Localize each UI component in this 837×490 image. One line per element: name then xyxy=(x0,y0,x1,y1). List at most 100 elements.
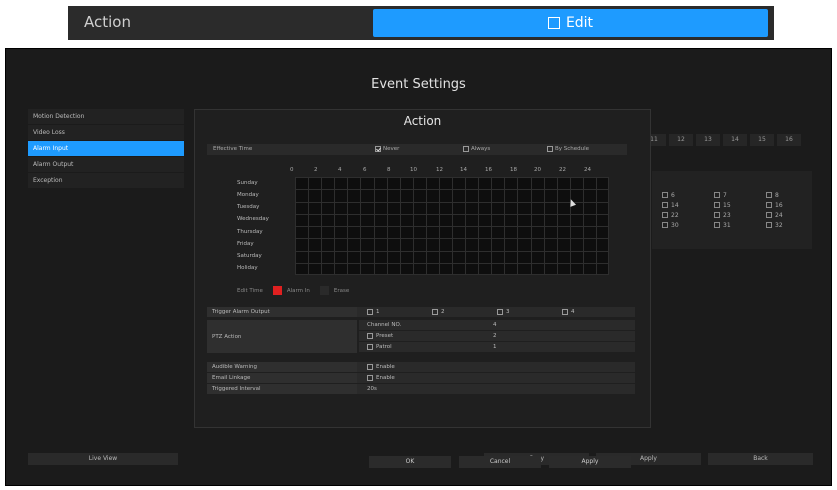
channel-checkbox[interactable]: 24 xyxy=(766,211,818,219)
channel-tab[interactable]: 14 xyxy=(723,134,747,146)
channel-checkbox[interactable]: 14 xyxy=(662,201,714,209)
channel-label: Channel NO. xyxy=(367,322,402,328)
preset-value: 2 xyxy=(493,333,497,339)
checkbox-icon xyxy=(367,374,373,381)
menu-item-alarm-input[interactable]: Alarm Input xyxy=(28,141,184,156)
channel-checkbox[interactable]: 15 xyxy=(714,201,766,209)
channel-checkbox[interactable]: 6 xyxy=(662,191,714,199)
checkbox-icon xyxy=(662,222,668,228)
ok-button[interactable]: OK xyxy=(369,456,451,468)
grid-line xyxy=(295,214,609,215)
channel-tab[interactable]: 15 xyxy=(750,134,774,146)
checkbox-icon xyxy=(714,222,720,228)
effective-time-label: Effective Time xyxy=(213,146,253,152)
checkbox-icon xyxy=(662,202,668,208)
output-checkbox-1[interactable]: 1 xyxy=(367,307,380,317)
day-label: Sunday xyxy=(237,180,258,186)
email-linkage-row: Email Linkage Enable xyxy=(207,373,635,383)
erase-swatch[interactable] xyxy=(319,286,329,295)
channel-checkbox[interactable]: 23 xyxy=(714,211,766,219)
edit-button[interactable]: Edit xyxy=(373,9,768,37)
checkbox-icon xyxy=(714,192,720,198)
triggered-interval-select[interactable]: 20s xyxy=(367,384,377,394)
preset-row[interactable]: Preset 2 xyxy=(359,331,635,341)
edit-time-label: Edit Time xyxy=(237,287,263,294)
day-label: Holiday xyxy=(237,265,258,271)
preset-option[interactable]: Preset xyxy=(367,331,393,341)
hour-label: 12 xyxy=(436,167,443,173)
schedule-time-grid[interactable] xyxy=(295,177,609,275)
hour-label: 18 xyxy=(510,167,517,173)
checkbox-icon xyxy=(662,192,668,198)
top-bar: Action Edit xyxy=(68,6,774,40)
grid-line xyxy=(295,189,609,190)
audible-warning-enable[interactable]: Enable xyxy=(367,362,395,372)
always-option[interactable]: Always xyxy=(463,146,490,152)
hour-label: 20 xyxy=(534,167,541,173)
channel-checkbox[interactable]: 32 xyxy=(766,221,818,229)
menu-item-motion-detection[interactable]: Motion Detection xyxy=(28,109,184,124)
by-schedule-option[interactable]: By Schedule xyxy=(547,146,589,152)
channel-tab[interactable]: 16 xyxy=(777,134,801,146)
checkbox-icon xyxy=(367,332,373,339)
output-checkbox-4[interactable]: 4 xyxy=(562,307,575,317)
checkbox-icon xyxy=(432,308,438,315)
day-label: Friday xyxy=(237,241,254,247)
channel-checkbox-grid: 6 7 8 14 15 16 22 23 24 30 31 32 xyxy=(662,191,818,229)
checkbox-icon xyxy=(766,212,772,218)
patrol-row[interactable]: Patrol 1 xyxy=(359,342,635,352)
channel-checkbox[interactable]: 30 xyxy=(662,221,714,229)
trigger-alarm-output-row: Trigger Alarm Output 1 2 3 4 xyxy=(207,307,635,317)
email-linkage-enable[interactable]: Enable xyxy=(367,373,395,383)
menu-item-exception[interactable]: Exception xyxy=(28,173,184,188)
checkbox-icon xyxy=(497,308,503,315)
checkbox-icon xyxy=(547,146,553,152)
menu-item-alarm-output[interactable]: Alarm Output xyxy=(28,157,184,172)
action-dialog: Action Effective Time Never Always By Sc… xyxy=(194,109,651,468)
audible-warning-row: Audible Warning Enable xyxy=(207,362,635,372)
checkbox-icon xyxy=(367,308,373,315)
grid-line xyxy=(295,238,609,239)
never-option[interactable]: Never xyxy=(375,146,399,152)
channel-tab[interactable]: 12 xyxy=(669,134,693,146)
hour-label: 24 xyxy=(584,167,591,173)
output-checkbox-3[interactable]: 3 xyxy=(497,307,510,317)
channel-row[interactable]: Channel NO. 4 xyxy=(359,320,635,330)
hour-axis: 0 2 4 6 8 10 12 14 16 18 20 22 24 xyxy=(290,167,620,175)
erase-label: Erase xyxy=(333,287,350,294)
trigger-alarm-output-label: Trigger Alarm Output xyxy=(207,307,357,317)
checkbox-icon xyxy=(766,202,772,208)
output-checkbox-2[interactable]: 2 xyxy=(432,307,445,317)
ptz-action-section: PTZ Action Channel NO. 4 Preset 2 Patrol… xyxy=(207,320,635,353)
channel-tab[interactable]: 13 xyxy=(696,134,720,146)
grid-line xyxy=(295,263,609,264)
edit-label: Edit xyxy=(565,15,594,31)
day-label: Saturday xyxy=(237,253,262,259)
channel-checkbox[interactable]: 16 xyxy=(766,201,818,209)
back-button[interactable]: Back xyxy=(708,453,813,465)
schedule-grid: Sunday Monday Tuesday Wednesday Thursday… xyxy=(237,177,609,275)
edit-icon xyxy=(547,17,560,29)
cancel-button[interactable]: Cancel xyxy=(459,456,541,468)
menu-item-video-loss[interactable]: Video Loss xyxy=(28,125,184,140)
channel-checkbox[interactable]: 8 xyxy=(766,191,818,199)
checkbox-checked-icon xyxy=(375,146,381,152)
day-label: Tuesday xyxy=(237,204,260,210)
channel-checkbox[interactable]: 31 xyxy=(714,221,766,229)
grid-line xyxy=(295,177,609,178)
apply-dialog-button[interactable]: Apply xyxy=(549,456,631,468)
hour-label: 14 xyxy=(460,167,467,173)
effective-time-row: Effective Time Never Always By Schedule xyxy=(207,144,627,155)
triggered-interval-label: Triggered Interval xyxy=(207,384,357,394)
hour-label: 4 xyxy=(338,167,342,173)
channel-checkbox[interactable]: 22 xyxy=(662,211,714,219)
checkbox-icon xyxy=(367,343,373,350)
audible-warning-label: Audible Warning xyxy=(207,362,357,372)
patrol-option[interactable]: Patrol xyxy=(367,342,392,352)
channel-checkbox[interactable]: 7 xyxy=(714,191,766,199)
day-label: Monday xyxy=(237,192,259,198)
event-settings-screen: Event Settings Motion Detection Video Lo… xyxy=(5,48,832,486)
live-view-button[interactable]: Live View xyxy=(28,453,178,465)
alarm-in-swatch[interactable] xyxy=(272,286,282,295)
hour-label: 0 xyxy=(290,167,294,173)
